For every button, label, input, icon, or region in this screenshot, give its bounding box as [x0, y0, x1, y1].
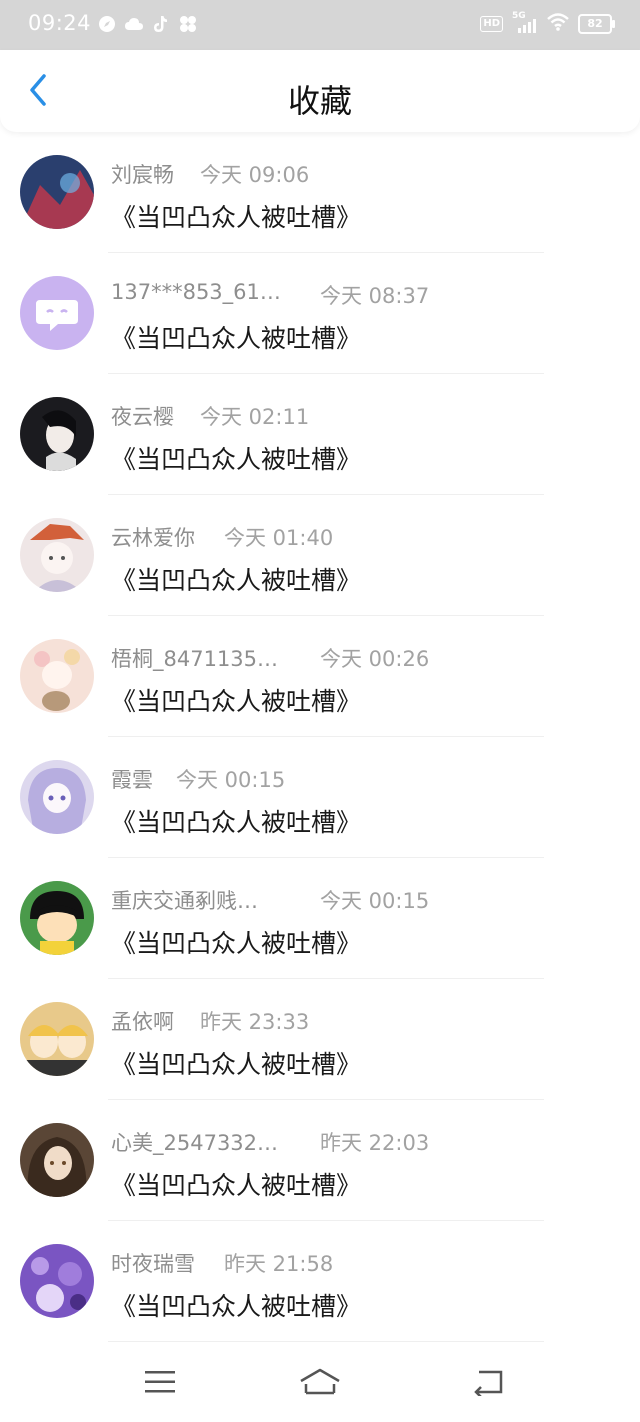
- page-title: 收藏: [287, 82, 352, 120]
- list-item[interactable]: 孟依啊 昨天 23:33 《当凹凸众人被吐槽》: [0, 979, 640, 1100]
- username[interactable]: 孟依啊: [111, 1006, 174, 1036]
- timestamp: 昨天 23:33: [200, 1010, 310, 1034]
- menu-icon: [144, 1369, 176, 1399]
- cloud-icon: [124, 14, 144, 34]
- avatar[interactable]: [20, 518, 94, 592]
- list-item[interactable]: 重庆交通剢贱… 今天 00:15 《当凹凸众人被吐槽》: [0, 858, 640, 979]
- item-title[interactable]: 《当凹凸众人被吐槽》: [111, 924, 361, 960]
- item-meta: 重庆交通剢贱… 今天 00:15: [111, 885, 551, 915]
- list-item[interactable]: 云林爱你 今天 01:40 《当凹凸众人被吐槽》: [0, 495, 640, 616]
- clover-icon: [178, 14, 198, 34]
- divider: [108, 1341, 544, 1342]
- compass-icon: [97, 14, 117, 34]
- cellular-signal-icon: 5G: [512, 11, 538, 34]
- username[interactable]: 心美_2547332…: [111, 1127, 278, 1157]
- tiktok-icon: [151, 14, 171, 34]
- username[interactable]: 霞雲: [111, 764, 153, 794]
- list-item[interactable]: 梧桐_8471135… 今天 00:26 《当凹凸众人被吐槽》: [0, 616, 640, 737]
- username[interactable]: 重庆交通剢贱…: [111, 885, 258, 915]
- system-back-button[interactable]: [468, 1366, 508, 1402]
- username[interactable]: 刘宸畅: [111, 159, 174, 189]
- item-title[interactable]: 《当凹凸众人被吐槽》: [111, 198, 361, 234]
- username[interactable]: 云林爱你: [111, 522, 195, 552]
- list-item[interactable]: 夜云樱 今天 02:11 《当凹凸众人被吐槽》: [0, 374, 640, 495]
- item-meta: 137***853_61… 今天 08:37: [111, 280, 551, 310]
- avatar[interactable]: [20, 1244, 94, 1318]
- avatar[interactable]: [20, 881, 94, 955]
- list-item[interactable]: 刘宸畅 今天 09:06 《当凹凸众人被吐槽》: [0, 132, 640, 253]
- menu-button[interactable]: [140, 1366, 180, 1402]
- status-time: 09:24: [28, 11, 92, 35]
- back-arrow-icon: [471, 1368, 505, 1400]
- home-button[interactable]: [298, 1366, 342, 1402]
- notification-icons: [97, 14, 198, 34]
- item-title[interactable]: 《当凹凸众人被吐槽》: [111, 1287, 361, 1323]
- avatar[interactable]: [20, 1002, 94, 1076]
- timestamp: 今天 00:15: [176, 768, 286, 792]
- timestamp: 今天 00:26: [320, 647, 430, 671]
- timestamp: 今天 02:11: [200, 405, 310, 429]
- timestamp: 今天 08:37: [320, 284, 430, 308]
- item-meta: 时夜瑞雪 昨天 21:58: [111, 1248, 551, 1278]
- item-title[interactable]: 《当凹凸众人被吐槽》: [111, 319, 361, 355]
- timestamp: 昨天 22:03: [320, 1131, 430, 1155]
- timestamp: 今天 00:15: [320, 889, 430, 913]
- hd-badge: HD: [480, 16, 503, 32]
- battery-indicator: 82: [578, 14, 615, 34]
- username[interactable]: 梧桐_8471135…: [111, 643, 278, 673]
- avatar[interactable]: [20, 155, 94, 229]
- item-title[interactable]: 《当凹凸众人被吐槽》: [111, 1045, 361, 1081]
- username[interactable]: 时夜瑞雪: [111, 1248, 195, 1278]
- item-title[interactable]: 《当凹凸众人被吐槽》: [111, 440, 361, 476]
- app-header: 收藏: [0, 50, 640, 132]
- system-nav-bar: [0, 1346, 640, 1422]
- username[interactable]: 137***853_61…: [111, 280, 281, 304]
- item-meta: 霞雲 今天 00:15: [111, 764, 551, 794]
- status-bar: 09:24 HD 5G 82: [0, 0, 640, 50]
- timestamp: 今天 01:40: [224, 526, 334, 550]
- item-title[interactable]: 《当凹凸众人被吐槽》: [111, 1166, 361, 1202]
- home-icon: [298, 1367, 342, 1401]
- list-item[interactable]: 时夜瑞雪 昨天 21:58 《当凹凸众人被吐槽》: [0, 1221, 640, 1342]
- list-item[interactable]: 霞雲 今天 00:15 《当凹凸众人被吐槽》: [0, 737, 640, 858]
- list-item[interactable]: 心美_2547332… 昨天 22:03 《当凹凸众人被吐槽》: [0, 1100, 640, 1221]
- item-meta: 夜云樱 今天 02:11: [111, 401, 551, 431]
- item-meta: 孟依啊 昨天 23:33: [111, 1006, 551, 1036]
- item-title[interactable]: 《当凹凸众人被吐槽》: [111, 803, 361, 839]
- avatar[interactable]: [20, 276, 94, 350]
- avatar[interactable]: [20, 639, 94, 713]
- username[interactable]: 夜云樱: [111, 401, 174, 431]
- avatar[interactable]: [20, 397, 94, 471]
- item-title[interactable]: 《当凹凸众人被吐槽》: [111, 561, 361, 597]
- timestamp: 昨天 21:58: [224, 1252, 334, 1276]
- wifi-icon: [547, 13, 569, 35]
- list-item[interactable]: 137***853_61… 今天 08:37 《当凹凸众人被吐槽》: [0, 253, 640, 374]
- item-meta: 刘宸畅 今天 09:06: [111, 159, 551, 189]
- item-meta: 云林爱你 今天 01:40: [111, 522, 551, 552]
- favorites-list: 刘宸畅 今天 09:06 《当凹凸众人被吐槽》 137***853_61… 今天…: [0, 132, 640, 1342]
- item-meta: 梧桐_8471135… 今天 00:26: [111, 643, 551, 673]
- item-title[interactable]: 《当凹凸众人被吐槽》: [111, 682, 361, 718]
- avatar[interactable]: [20, 1123, 94, 1197]
- system-indicators: HD 5G 82: [480, 11, 615, 35]
- item-meta: 心美_2547332… 昨天 22:03: [111, 1127, 551, 1157]
- timestamp: 今天 09:06: [200, 163, 310, 187]
- avatar[interactable]: [20, 760, 94, 834]
